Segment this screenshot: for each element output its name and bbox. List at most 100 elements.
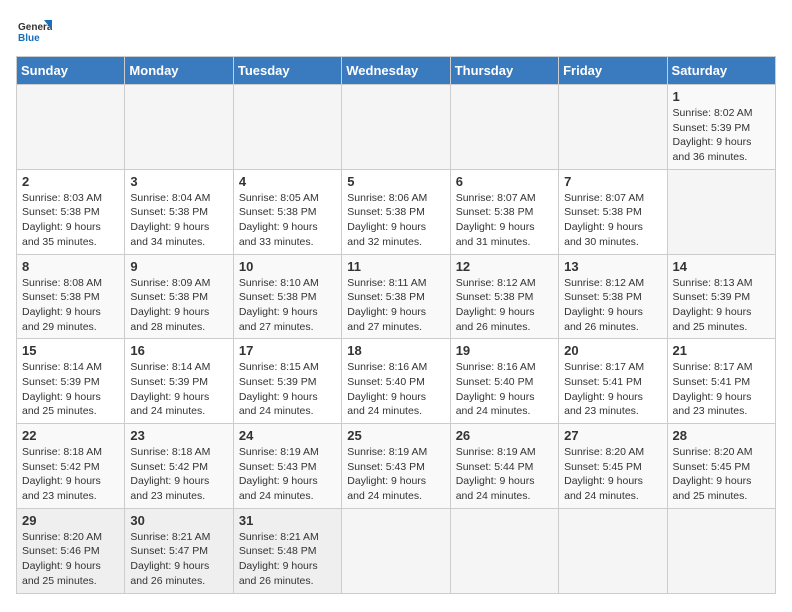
calendar-day-22: 22 Sunrise: 8:18 AMSunset: 5:42 PMDayligh… <box>17 424 125 509</box>
weekday-header-wednesday: Wednesday <box>342 57 450 85</box>
day-number: 22 <box>22 428 119 443</box>
day-info: Sunrise: 8:10 AMSunset: 5:38 PMDaylight:… <box>239 276 336 335</box>
empty-cell <box>125 85 233 170</box>
day-info: Sunrise: 8:18 AMSunset: 5:42 PMDaylight:… <box>22 445 119 504</box>
day-number: 11 <box>347 259 444 274</box>
day-number: 24 <box>239 428 336 443</box>
day-number: 1 <box>673 89 770 104</box>
weekday-header-sunday: Sunday <box>17 57 125 85</box>
calendar-day-19: 19Sunrise: 8:16 AMSunset: 5:40 PMDayligh… <box>450 339 558 424</box>
calendar-day-17: 17 Sunrise: 8:15 AMSunset: 5:39 PMDayligh… <box>233 339 341 424</box>
day-number: 30 <box>130 513 227 528</box>
day-info: Sunrise: 8:15 AMSunset: 5:39 PMDaylight:… <box>239 360 336 419</box>
day-number: 19 <box>456 343 553 358</box>
empty-cell <box>233 85 341 170</box>
day-number: 2 <box>22 174 119 189</box>
day-info: Sunrise: 8:09 AMSunset: 5:38 PMDaylight:… <box>130 276 227 335</box>
calendar-day-14: 14Sunrise: 8:13 AMSunset: 5:39 PMDayligh… <box>667 254 775 339</box>
empty-cell <box>559 85 667 170</box>
day-info: Sunrise: 8:17 AMSunset: 5:41 PMDaylight:… <box>673 360 770 419</box>
day-number: 17 <box>239 343 336 358</box>
svg-text:General: General <box>18 22 52 33</box>
calendar-day-25: 25 Sunrise: 8:19 AMSunset: 5:43 PMDayligh… <box>342 424 450 509</box>
calendar-week-5: 22 Sunrise: 8:18 AMSunset: 5:42 PMDayligh… <box>17 424 776 509</box>
empty-cell <box>17 85 125 170</box>
calendar-day-24: 24 Sunrise: 8:19 AMSunset: 5:43 PMDayligh… <box>233 424 341 509</box>
day-info: Sunrise: 8:17 AMSunset: 5:41 PMDaylight:… <box>564 360 661 419</box>
day-info: Sunrise: 8:12 AMSunset: 5:38 PMDaylight:… <box>564 276 661 335</box>
weekday-header-saturday: Saturday <box>667 57 775 85</box>
calendar-day-12: 12 Sunrise: 8:12 AMSunset: 5:38 PMDayligh… <box>450 254 558 339</box>
calendar-day-18: 18Sunrise: 8:16 AMSunset: 5:40 PMDayligh… <box>342 339 450 424</box>
calendar-day-20: 20 Sunrise: 8:17 AMSunset: 5:41 PMDayligh… <box>559 339 667 424</box>
calendar-day-26: 26 Sunrise: 8:19 AMSunset: 5:44 PMDayligh… <box>450 424 558 509</box>
day-number: 4 <box>239 174 336 189</box>
day-info: Sunrise: 8:16 AMSunset: 5:40 PMDaylight:… <box>347 360 444 419</box>
calendar-day-27: 27 Sunrise: 8:20 AMSunset: 5:45 PMDayligh… <box>559 424 667 509</box>
svg-text:Blue: Blue <box>18 33 40 44</box>
day-info: Sunrise: 8:19 AMSunset: 5:44 PMDaylight:… <box>456 445 553 504</box>
day-number: 31 <box>239 513 336 528</box>
day-info: Sunrise: 8:20 AMSunset: 5:45 PMDaylight:… <box>564 445 661 504</box>
weekday-header-monday: Monday <box>125 57 233 85</box>
calendar-day-15: 15Sunrise: 8:14 AMSunset: 5:39 PMDayligh… <box>17 339 125 424</box>
calendar-day-11: 11Sunrise: 8:11 AMSunset: 5:38 PMDayligh… <box>342 254 450 339</box>
empty-cell <box>667 169 775 254</box>
day-info: Sunrise: 8:14 AMSunset: 5:39 PMDaylight:… <box>130 360 227 419</box>
calendar-day-1: 1Sunrise: 8:02 AMSunset: 5:39 PMDaylight… <box>667 85 775 170</box>
calendar-week-1: 1Sunrise: 8:02 AMSunset: 5:39 PMDaylight… <box>17 85 776 170</box>
calendar-day-30: 30 Sunrise: 8:21 AMSunset: 5:47 PMDayligh… <box>125 508 233 593</box>
empty-cell <box>450 85 558 170</box>
day-number: 6 <box>456 174 553 189</box>
weekday-header-row: SundayMondayTuesdayWednesdayThursdayFrid… <box>17 57 776 85</box>
calendar-day-31: 31Sunrise: 8:21 AMSunset: 5:48 PMDayligh… <box>233 508 341 593</box>
day-info: Sunrise: 8:20 AMSunset: 5:45 PMDaylight:… <box>673 445 770 504</box>
calendar-day-13: 13 Sunrise: 8:12 AMSunset: 5:38 PMDayligh… <box>559 254 667 339</box>
calendar-day-5: 5Sunrise: 8:06 AMSunset: 5:38 PMDaylight… <box>342 169 450 254</box>
day-number: 5 <box>347 174 444 189</box>
calendar-day-28: 28Sunrise: 8:20 AMSunset: 5:45 PMDayligh… <box>667 424 775 509</box>
day-info: Sunrise: 8:19 AMSunset: 5:43 PMDaylight:… <box>239 445 336 504</box>
day-number: 9 <box>130 259 227 274</box>
calendar-week-4: 15Sunrise: 8:14 AMSunset: 5:39 PMDayligh… <box>17 339 776 424</box>
calendar-day-3: 3 Sunrise: 8:04 AMSunset: 5:38 PMDaylight… <box>125 169 233 254</box>
day-info: Sunrise: 8:07 AMSunset: 5:38 PMDaylight:… <box>456 191 553 250</box>
day-info: Sunrise: 8:21 AMSunset: 5:47 PMDaylight:… <box>130 530 227 589</box>
weekday-header-friday: Friday <box>559 57 667 85</box>
day-number: 8 <box>22 259 119 274</box>
calendar-day-10: 10 Sunrise: 8:10 AMSunset: 5:38 PMDayligh… <box>233 254 341 339</box>
day-number: 12 <box>456 259 553 274</box>
day-number: 20 <box>564 343 661 358</box>
calendar-day-29: 29Sunrise: 8:20 AMSunset: 5:46 PMDayligh… <box>17 508 125 593</box>
empty-cell <box>667 508 775 593</box>
day-number: 7 <box>564 174 661 189</box>
empty-cell <box>450 508 558 593</box>
day-number: 23 <box>130 428 227 443</box>
calendar-day-9: 9 Sunrise: 8:09 AMSunset: 5:38 PMDaylight… <box>125 254 233 339</box>
day-info: Sunrise: 8:20 AMSunset: 5:46 PMDaylight:… <box>22 530 119 589</box>
day-info: Sunrise: 8:07 AMSunset: 5:38 PMDaylight:… <box>564 191 661 250</box>
day-number: 26 <box>456 428 553 443</box>
empty-cell <box>342 85 450 170</box>
calendar-table: SundayMondayTuesdayWednesdayThursdayFrid… <box>16 56 776 594</box>
day-number: 3 <box>130 174 227 189</box>
day-number: 16 <box>130 343 227 358</box>
day-number: 25 <box>347 428 444 443</box>
calendar-day-16: 16 Sunrise: 8:14 AMSunset: 5:39 PMDayligh… <box>125 339 233 424</box>
day-info: Sunrise: 8:03 AMSunset: 5:38 PMDaylight:… <box>22 191 119 250</box>
day-info: Sunrise: 8:04 AMSunset: 5:38 PMDaylight:… <box>130 191 227 250</box>
calendar-day-7: 7 Sunrise: 8:07 AMSunset: 5:38 PMDaylight… <box>559 169 667 254</box>
calendar-day-23: 23Sunrise: 8:18 AMSunset: 5:42 PMDayligh… <box>125 424 233 509</box>
day-number: 27 <box>564 428 661 443</box>
day-info: Sunrise: 8:19 AMSunset: 5:43 PMDaylight:… <box>347 445 444 504</box>
logo: General Blue <box>16 16 56 44</box>
day-number: 10 <box>239 259 336 274</box>
calendar-day-2: 2 Sunrise: 8:03 AMSunset: 5:38 PMDaylight… <box>17 169 125 254</box>
day-info: Sunrise: 8:08 AMSunset: 5:38 PMDaylight:… <box>22 276 119 335</box>
calendar-week-6: 29Sunrise: 8:20 AMSunset: 5:46 PMDayligh… <box>17 508 776 593</box>
logo-icon: General Blue <box>16 16 52 44</box>
day-number: 13 <box>564 259 661 274</box>
weekday-header-tuesday: Tuesday <box>233 57 341 85</box>
day-info: Sunrise: 8:12 AMSunset: 5:38 PMDaylight:… <box>456 276 553 335</box>
calendar-day-4: 4Sunrise: 8:05 AMSunset: 5:38 PMDaylight… <box>233 169 341 254</box>
